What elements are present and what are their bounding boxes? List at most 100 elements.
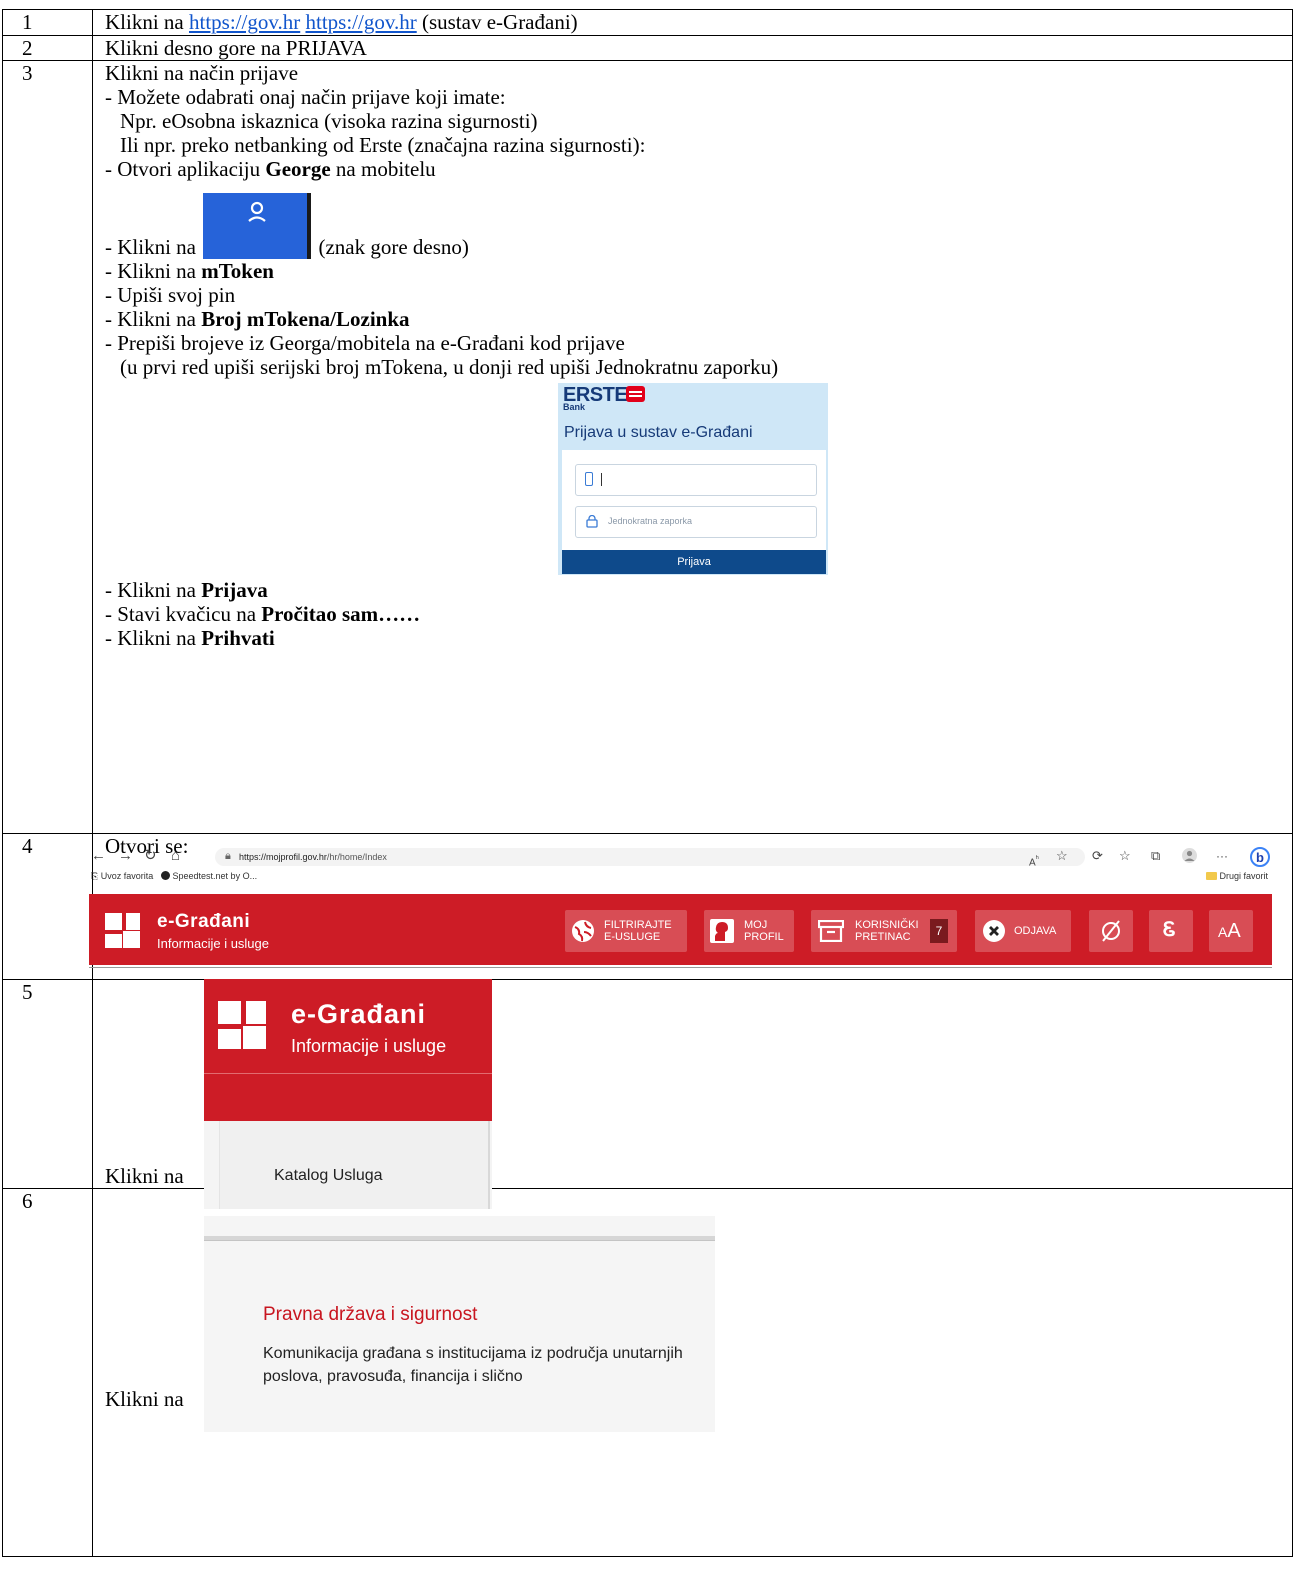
george-profile-button[interactable] xyxy=(203,193,312,259)
bookmark-label: Uvoz favorita xyxy=(100,871,154,881)
dyslexic-font-button[interactable]: Ꮛ xyxy=(1149,910,1193,952)
browser-toolbar: ← → ↻ ⌂ 🔒︎ https://mojprofil.gov.hr/hr/h… xyxy=(89,847,1276,868)
url-path: /hr/home/Index xyxy=(326,852,387,862)
home-icon[interactable]: ⌂ xyxy=(171,847,180,865)
favorites-icon[interactable]: ☆ xyxy=(1119,847,1131,865)
lock-icon xyxy=(586,515,598,528)
browser-screenshot: ← → ↻ ⌂ 🔒︎ https://mojprofil.gov.hr/hr/h… xyxy=(89,847,1276,968)
step-line: - Klikni na Prihvati xyxy=(105,626,1292,650)
divider xyxy=(204,1073,492,1074)
profile-avatar-icon[interactable] xyxy=(1182,848,1197,868)
eye-off-icon xyxy=(1102,920,1120,942)
catalog-menu-item[interactable]: Katalog Usluga xyxy=(204,1121,492,1209)
step-number: 1 xyxy=(2,9,93,36)
close-circle-icon xyxy=(983,920,1005,942)
step-row-1: 1 Klikni na https://gov.hr https://gov.h… xyxy=(2,9,1293,36)
text: - Otvori aplikaciju xyxy=(105,157,266,181)
login-card: Jednokratna zaporka xyxy=(562,450,826,550)
step-line: - Stavi kvačicu na Pročitao sam…… xyxy=(105,602,1292,626)
text: na mobitelu xyxy=(330,157,436,181)
egradani-logo xyxy=(218,1001,266,1049)
folder-icon xyxy=(1206,872,1217,880)
bookmark-import[interactable]: ⎘ Uvoz favorita xyxy=(91,869,153,883)
erste-login-title: Prijava u sustav e-Građani xyxy=(564,424,753,441)
step-line: - Upiši svoj pin xyxy=(105,283,236,307)
url-text: https://mojprofil.gov.hr/hr/home/Index xyxy=(239,851,387,863)
read-aloud-icon[interactable]: Aʰ xyxy=(1029,849,1039,872)
step-line: Npr. eOsobna iskaznica (visoka razina si… xyxy=(120,109,538,133)
svg-text:b: b xyxy=(1256,850,1264,865)
step-line: - Klikni na mToken xyxy=(105,259,1292,283)
header-underline xyxy=(89,967,1272,968)
address-bar[interactable]: 🔒︎ https://mojprofil.gov.hr/hr/home/Inde… xyxy=(215,848,1085,866)
bookmark-label: Drugi favorit xyxy=(1219,871,1269,881)
text: - Klikni na xyxy=(105,307,202,331)
category-title[interactable]: Pravna država i sigurnost xyxy=(263,1304,477,1326)
bookmark-speedtest[interactable]: Speedtest.net by O... xyxy=(161,869,257,883)
text: - Klikni na xyxy=(105,626,202,650)
otp-placeholder: Jednokratna zaporka xyxy=(608,516,693,526)
favorite-star-icon[interactable]: ☆ xyxy=(1056,847,1068,865)
gov-hr-link[interactable]: https://gov.hr xyxy=(189,10,300,34)
bookmark-other[interactable]: Drugi favorit xyxy=(1206,869,1268,883)
erste-login-screenshot: ERSTE Bank Prijava u sustav e-Građani Je… xyxy=(558,383,828,575)
text: - Klikni na xyxy=(105,578,202,602)
profile-icon xyxy=(710,919,734,943)
step-content: Klikni na način prijave - Možete odabrat… xyxy=(92,60,1293,834)
text-cursor xyxy=(601,473,602,486)
gov-hr-link-2[interactable]: https://gov.hr xyxy=(305,10,416,34)
lock-icon: 🔒︎ xyxy=(225,850,231,862)
otp-field[interactable]: Jednokratna zaporka xyxy=(575,506,817,538)
step-text: Klikni na xyxy=(105,1164,184,1188)
back-icon[interactable]: ← xyxy=(91,847,106,865)
text-size-button[interactable]: AA xyxy=(1209,910,1253,952)
step-number: 5 xyxy=(2,979,93,1189)
button-label: PROFIL xyxy=(744,931,784,943)
user-icon xyxy=(248,201,266,222)
collections-icon[interactable]: ⧉ xyxy=(1151,847,1160,865)
step-number: 3 xyxy=(2,60,93,834)
bold-text: Pročitao sam…… xyxy=(261,602,421,626)
bold-text: Prihvati xyxy=(201,626,275,650)
extension-icon[interactable]: ⟳ xyxy=(1092,847,1103,865)
step-text: Klikni na xyxy=(105,1387,184,1411)
divider xyxy=(204,1236,715,1241)
step-line: - Možete odabrati onaj način prijave koj… xyxy=(105,85,506,109)
text-size-icon: AA xyxy=(1218,920,1241,942)
button-label: FILTRIRAJTE xyxy=(604,919,672,931)
step-line: - Klikni na Prijava xyxy=(105,578,1292,602)
more-icon[interactable]: ··· xyxy=(1216,847,1228,865)
step-number: 4 xyxy=(2,833,93,980)
mtoken-serial-field[interactable] xyxy=(575,464,817,496)
step-line: - Klikni na Broj mTokena/Lozinka xyxy=(105,307,1292,331)
forward-icon[interactable]: → xyxy=(118,847,133,865)
bookmark-label: Speedtest.net by O... xyxy=(172,871,258,881)
bold-text: mToken xyxy=(201,259,274,283)
my-profile-button[interactable]: MOJ PROFIL xyxy=(704,910,794,952)
egradani-title: e-Građani xyxy=(291,999,427,1029)
dyslexic-font-icon: Ꮛ xyxy=(1163,919,1176,941)
user-inbox-button[interactable]: KORISNIČKI PRETINAC 7 xyxy=(811,910,957,952)
logout-button[interactable]: ODJAVA xyxy=(975,910,1071,952)
erste-s-icon xyxy=(626,386,645,402)
text: - Klikni na xyxy=(105,235,202,259)
erste-bank-label: Bank xyxy=(563,402,586,412)
step-row-3: 3 Klikni na način prijave - Možete odabr… xyxy=(2,60,1293,834)
refresh-icon[interactable]: ↻ xyxy=(144,847,157,865)
egradani-subtitle: Informacije i usluge xyxy=(291,1036,447,1056)
text: (znak gore desno) xyxy=(313,235,469,259)
bold-text: Prijava xyxy=(201,578,268,602)
step-text-suffix: (sustav e-Građani) xyxy=(416,10,578,34)
button-label: MOJ xyxy=(744,919,768,931)
url-host: https://mojprofil.gov.hr xyxy=(239,852,327,862)
egradani-logo xyxy=(105,913,140,948)
button-label: KORISNIČKI xyxy=(855,919,919,931)
step-row-2: 2 Klikni desno gore na PRIJAVA xyxy=(2,35,1293,61)
text: - Klikni na xyxy=(105,259,202,283)
text-size-small-a: A xyxy=(1218,924,1228,940)
category-card-screenshot[interactable]: Pravna država i sigurnost Komunikacija g… xyxy=(204,1216,715,1432)
filter-eservices-button[interactable]: FILTRIRAJTE E-USLUGE xyxy=(565,910,687,952)
hide-images-button[interactable] xyxy=(1089,910,1133,952)
catalog-label: Katalog Usluga xyxy=(274,1167,383,1184)
erste-login-button[interactable]: Prijava xyxy=(562,550,826,574)
